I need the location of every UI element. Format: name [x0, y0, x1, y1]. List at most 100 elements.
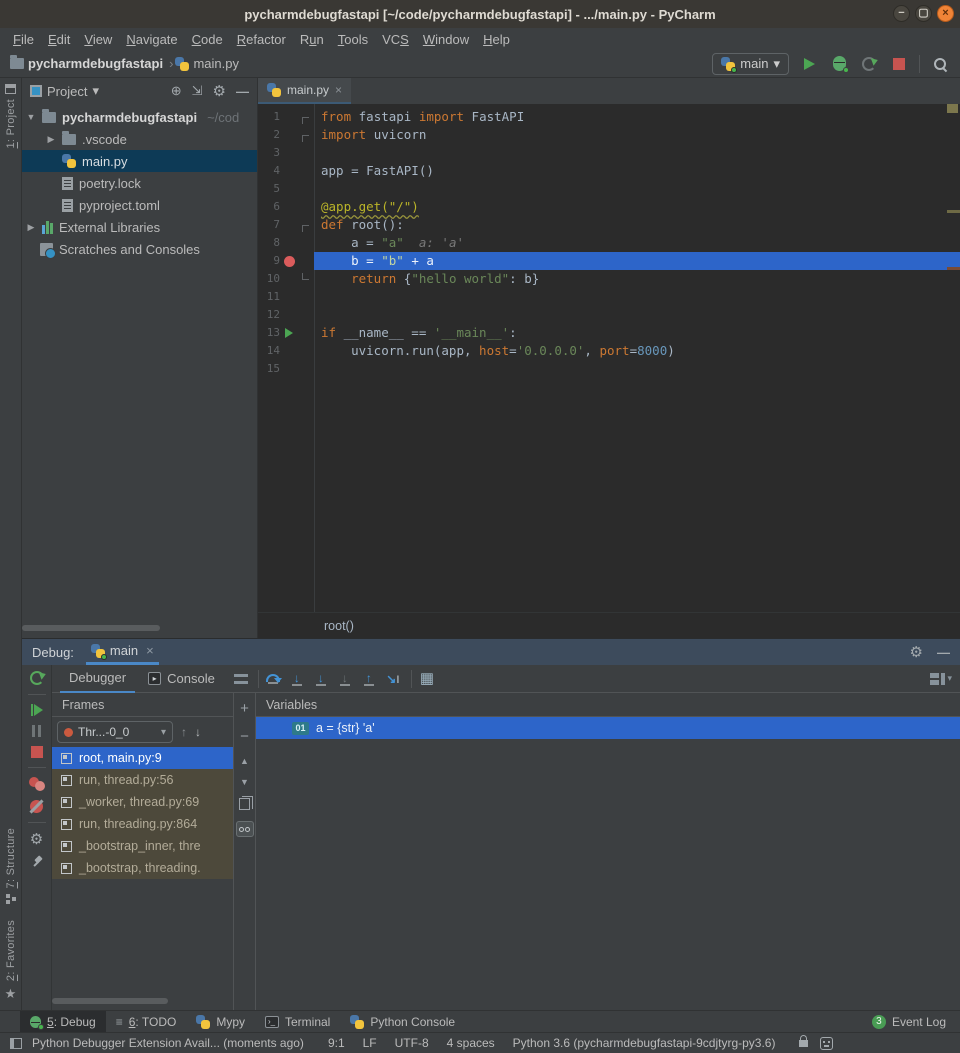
interpreter-info[interactable]: Python 3.6 (pycharmdebugfastapi-9cdjtyrg… — [513, 1036, 776, 1050]
next-frame-icon[interactable]: ↓ — [195, 725, 201, 739]
fold-marker-icon[interactable] — [298, 111, 312, 124]
locate-file-icon[interactable]: ⊕ — [171, 83, 182, 99]
menu-refactor[interactable]: Refactor — [230, 32, 293, 47]
fold-marker-icon[interactable] — [298, 129, 312, 142]
warning-stripe-marker[interactable] — [947, 210, 960, 213]
line-separator[interactable]: LF — [363, 1036, 377, 1050]
tree-item-main-py[interactable]: main.py — [22, 150, 257, 172]
inspections-indicator-icon[interactable] — [947, 104, 958, 113]
gear-icon[interactable]: ⚙ — [910, 645, 923, 660]
mute-breakpoints-icon[interactable] — [30, 800, 43, 813]
frame-row[interactable]: run, thread.py:56 — [52, 769, 233, 791]
debug-settings-icon[interactable]: ⚙ — [30, 832, 43, 847]
view-breakpoints-icon[interactable] — [29, 777, 45, 791]
toolbar-python-console-button[interactable]: Python Console — [340, 1011, 465, 1033]
fold-marker-icon[interactable] — [298, 219, 312, 232]
frame-row[interactable]: root, main.py:9 — [52, 747, 233, 769]
close-tab-icon[interactable]: × — [335, 83, 342, 97]
pause-icon[interactable] — [32, 725, 41, 737]
tree-item-root[interactable]: ▼ pycharmdebugfastapi ~/cod — [22, 106, 257, 128]
evaluate-expression-icon[interactable]: ▦ — [420, 671, 434, 686]
frame-row[interactable]: _bootstrap, threading. — [52, 857, 233, 879]
rerun-icon[interactable] — [30, 671, 44, 685]
hide-panel-icon[interactable]: — — [236, 84, 249, 99]
step-into-button[interactable]: ↓ — [287, 672, 307, 686]
menu-navigate[interactable]: Navigate — [119, 32, 184, 47]
file-encoding[interactable]: UTF-8 — [395, 1036, 429, 1050]
move-down-icon[interactable]: ▼ — [240, 777, 249, 787]
resume-program-icon[interactable] — [31, 704, 43, 716]
frames-horizontal-scrollbar[interactable] — [52, 998, 168, 1004]
run-button[interactable] — [799, 54, 819, 74]
variable-row[interactable]: 01 a = {str} 'a' — [256, 717, 960, 739]
toolbar-debug-button[interactable]: 5: Debug — [20, 1011, 106, 1033]
toolbar-todo-button[interactable]: ≡ 6: TODO — [106, 1011, 187, 1033]
tree-item-vscode[interactable]: ▶ .vscode — [22, 128, 257, 150]
run-configuration-select[interactable]: main ▾ — [712, 53, 789, 75]
debug-button[interactable] — [829, 54, 849, 74]
step-over-button[interactable] — [263, 674, 283, 684]
toolbar-mypy-button[interactable]: Mypy — [186, 1011, 255, 1033]
force-step-into-button[interactable]: ↓ — [335, 672, 355, 686]
tree-expanded-icon[interactable]: ▼ — [26, 112, 36, 122]
stop-button[interactable] — [889, 54, 909, 74]
search-everywhere-button[interactable] — [930, 54, 950, 74]
menu-window[interactable]: Window — [416, 32, 476, 47]
add-watch-icon[interactable]: + — [240, 700, 249, 717]
tree-item-external-libraries[interactable]: ▶ External Libraries — [22, 216, 257, 238]
tree-item-pyproject-toml[interactable]: pyproject.toml — [22, 194, 257, 216]
run-line-icon[interactable] — [285, 328, 293, 338]
toolbar-terminal-button[interactable]: ›_ Terminal — [255, 1011, 340, 1033]
move-up-icon[interactable]: ▲ — [240, 756, 249, 766]
menu-run[interactable]: Run — [293, 32, 331, 47]
layout-options-icon[interactable] — [234, 674, 248, 684]
code-editor[interactable]: 1 from fastapi import FastAPI 2 import u… — [258, 104, 960, 612]
status-message[interactable]: Python Debugger Extension Avail... (mome… — [32, 1036, 304, 1050]
project-panel-title[interactable]: Project — [47, 84, 87, 99]
lock-icon[interactable] — [799, 1040, 808, 1047]
menu-edit[interactable]: Edit — [41, 32, 77, 47]
remove-watch-icon[interactable]: − — [240, 728, 249, 745]
minimize-button[interactable]: − — [893, 5, 910, 22]
breadcrumb-project[interactable]: pycharmdebugfastapi — [28, 56, 163, 71]
menu-help[interactable]: Help — [476, 32, 517, 47]
feedback-icon[interactable] — [820, 1037, 833, 1050]
frame-row[interactable]: run, threading.py:864 — [52, 813, 233, 835]
editor-tab-main-py[interactable]: main.py × — [258, 78, 351, 104]
breadcrumb-file[interactable]: main.py — [193, 56, 239, 71]
tree-item-scratches[interactable]: Scratches and Consoles — [22, 238, 257, 260]
tab-console[interactable]: ▸Console — [139, 665, 224, 693]
project-horizontal-scrollbar[interactable] — [22, 625, 160, 631]
menu-view[interactable]: View — [77, 32, 119, 47]
stripe-favorites-button[interactable]: 2: Favorites ★ — [5, 920, 17, 1002]
close-session-icon[interactable]: × — [146, 643, 154, 658]
stop-icon[interactable] — [31, 746, 43, 758]
hide-panel-icon[interactable]: — — [937, 645, 950, 660]
stripe-project-button[interactable]: 1: Project — [5, 84, 17, 148]
menu-tools[interactable]: Tools — [331, 32, 375, 47]
previous-frame-icon[interactable]: ↑ — [181, 725, 187, 739]
coverage-button[interactable] — [859, 54, 879, 74]
event-log-button[interactable]: 3 Event Log — [872, 1015, 960, 1029]
step-out-button[interactable]: ↑ — [359, 672, 379, 686]
close-button[interactable]: × — [937, 5, 954, 22]
collapse-all-icon[interactable]: ⇲ — [192, 83, 203, 99]
breadcrumb-function[interactable]: root() — [324, 619, 354, 633]
tree-item-poetry-lock[interactable]: poetry.lock — [22, 172, 257, 194]
toolwindow-toggle-icon[interactable] — [10, 1038, 22, 1049]
caret-position[interactable]: 9:1 — [328, 1036, 345, 1050]
debug-session-tab[interactable]: main × — [86, 639, 159, 665]
thread-select[interactable]: Thr...-0_0 ▾ — [57, 721, 173, 743]
frame-row[interactable]: _worker, thread.py:69 — [52, 791, 233, 813]
step-into-my-code-button[interactable]: ↓ — [311, 672, 331, 686]
fold-end-marker-icon[interactable] — [298, 273, 312, 286]
chevron-down-icon[interactable]: ▾ — [92, 83, 99, 99]
indent-setting[interactable]: 4 spaces — [447, 1036, 495, 1050]
tab-debugger[interactable]: Debugger — [60, 665, 135, 693]
stripe-structure-button[interactable]: 7: Structure — [5, 828, 17, 903]
breakpoint-stripe-marker[interactable] — [947, 267, 960, 270]
breakpoint-icon[interactable] — [284, 256, 295, 267]
tree-collapsed-icon[interactable]: ▶ — [26, 222, 36, 233]
tree-collapsed-icon[interactable]: ▶ — [46, 134, 56, 145]
frame-row[interactable]: _bootstrap_inner, thre — [52, 835, 233, 857]
